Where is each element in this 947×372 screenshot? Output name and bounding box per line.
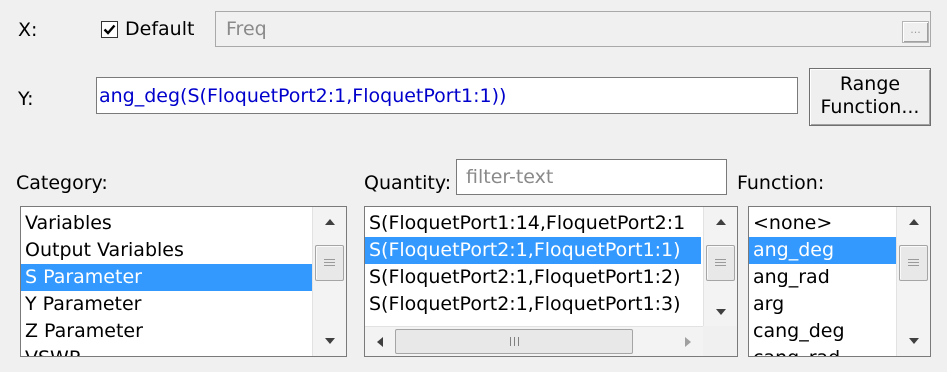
list-item[interactable]: Variables bbox=[21, 210, 313, 237]
quantity-list[interactable]: S(FloquetPort1:14,FloquetPort2:1 S(Floqu… bbox=[364, 206, 738, 357]
scroll-up-arrow-icon[interactable] bbox=[313, 207, 346, 237]
category-label: Category: bbox=[16, 172, 108, 194]
range-function-button[interactable]: Range Function... bbox=[809, 68, 931, 126]
horizontal-scroll-thumb[interactable] bbox=[395, 329, 633, 354]
list-item[interactable]: S(FloquetPort2:1,FloquetPort1:2) bbox=[365, 264, 701, 291]
list-item[interactable]: S(FloquetPort2:1,FloquetPort1:3) bbox=[365, 291, 701, 318]
scroll-up-arrow-icon[interactable] bbox=[704, 207, 737, 237]
range-button-line2: Function... bbox=[820, 96, 920, 118]
list-item[interactable]: Y Parameter bbox=[21, 291, 313, 318]
scroll-thumb[interactable] bbox=[899, 245, 928, 281]
function-list[interactable]: <none> ang_deg ang_rad arg cang_deg cang… bbox=[748, 206, 931, 357]
scroll-right-arrow-icon[interactable] bbox=[673, 327, 703, 356]
y-label: Y: bbox=[18, 88, 34, 110]
x-browse-button[interactable]: ... bbox=[902, 21, 929, 43]
scroll-down-arrow-icon[interactable] bbox=[704, 298, 737, 326]
list-item[interactable]: arg bbox=[749, 291, 898, 318]
y-expression-input[interactable]: ang_deg(S(FloquetPort2:1,FloquetPort1:1)… bbox=[96, 77, 798, 114]
range-button-line1: Range bbox=[839, 73, 901, 95]
list-item[interactable]: Z Parameter bbox=[21, 318, 313, 345]
quantity-hscrollbar[interactable] bbox=[365, 326, 703, 356]
list-item[interactable]: S(FloquetPort1:14,FloquetPort2:1 bbox=[365, 210, 701, 237]
list-item[interactable]: VSWR bbox=[21, 345, 313, 356]
scroll-corner bbox=[703, 326, 737, 356]
default-checkbox-label[interactable]: Default bbox=[125, 18, 194, 40]
filter-placeholder: filter-text bbox=[466, 166, 554, 188]
category-scrollbar[interactable] bbox=[312, 207, 346, 356]
list-item-selected[interactable]: S Parameter bbox=[21, 264, 313, 291]
default-checkbox[interactable] bbox=[101, 21, 118, 38]
list-item[interactable]: cang_deg bbox=[749, 318, 898, 345]
list-item[interactable]: cang_rad bbox=[749, 345, 898, 356]
list-item-selected[interactable]: ang_deg bbox=[749, 237, 898, 264]
list-item[interactable]: <none> bbox=[749, 210, 898, 237]
browse-dots-label: ... bbox=[910, 23, 921, 36]
scroll-up-arrow-icon[interactable] bbox=[897, 207, 930, 237]
x-expression-field[interactable]: Freq bbox=[215, 11, 931, 47]
scroll-left-arrow-icon[interactable] bbox=[365, 327, 395, 356]
scroll-down-arrow-icon[interactable] bbox=[897, 326, 930, 356]
function-label: Function: bbox=[737, 172, 825, 194]
x-label: X: bbox=[18, 19, 38, 41]
scroll-down-arrow-icon[interactable] bbox=[313, 326, 346, 356]
category-list[interactable]: Variables Output Variables S Parameter Y… bbox=[20, 206, 347, 357]
x-expression-value: Freq bbox=[226, 18, 267, 40]
function-scrollbar[interactable] bbox=[896, 207, 930, 356]
list-item-selected[interactable]: S(FloquetPort2:1,FloquetPort1:1) bbox=[365, 237, 701, 264]
y-expression-value: ang_deg(S(FloquetPort2:1,FloquetPort1:1)… bbox=[99, 85, 507, 107]
list-item[interactable]: ang_rad bbox=[749, 264, 898, 291]
quantity-filter-input[interactable]: filter-text bbox=[456, 159, 727, 195]
scroll-thumb[interactable] bbox=[706, 245, 735, 281]
list-item[interactable]: Output Variables bbox=[21, 237, 313, 264]
quantity-vscrollbar[interactable] bbox=[703, 207, 737, 326]
quantity-label: Quantity: bbox=[364, 172, 452, 194]
checkmark-icon bbox=[103, 24, 116, 35]
scroll-thumb[interactable] bbox=[315, 245, 344, 281]
